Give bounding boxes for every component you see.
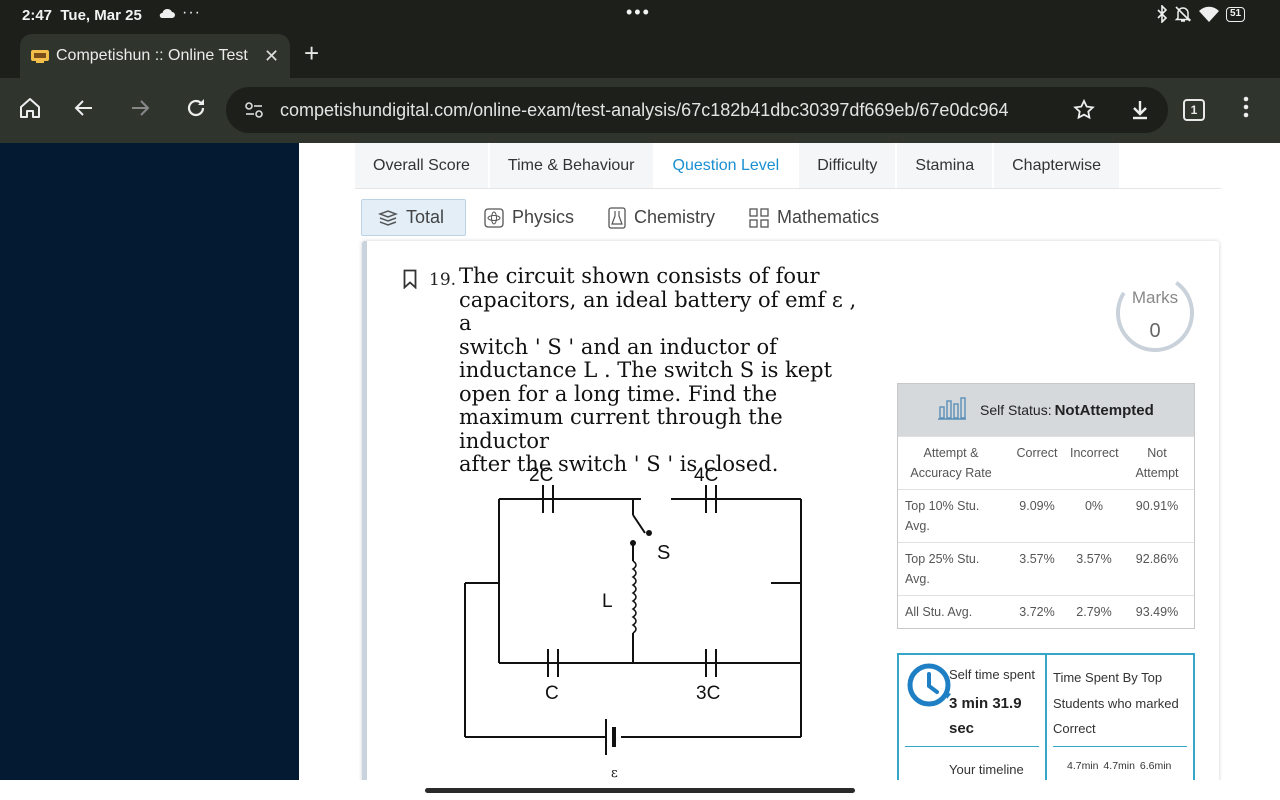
timeline-label: Your timeline	[949, 762, 1024, 777]
table-header-row: Attempt & Accuracy Rate Correct Incorrec…	[898, 436, 1194, 489]
analysis-tabs: Overall Score Time & Behaviour Question …	[355, 143, 1221, 189]
system-icons: 51	[1156, 5, 1246, 23]
bookmark-icon[interactable]	[403, 269, 417, 289]
header-correct: Correct	[1016, 446, 1058, 460]
subject-tabs: Total Physics Chemistry Mathematics	[361, 199, 897, 236]
label-4c: 4C	[694, 465, 718, 486]
home-handle[interactable]	[425, 788, 855, 793]
marks-value: 0	[1149, 320, 1161, 342]
tab-overall-score[interactable]: Overall Score	[355, 143, 490, 188]
tab-question-level[interactable]: Question Level	[654, 143, 800, 188]
battery-icon: 51	[1226, 6, 1246, 22]
subject-tab-chemistry[interactable]: Chemistry	[592, 199, 731, 236]
multitask-dots-icon[interactable]: •••	[626, 2, 651, 23]
browser-tab[interactable]: Competishun :: Online Test S ✕	[20, 34, 290, 78]
subject-tab-total[interactable]: Total	[361, 199, 466, 236]
subject-tab-physics[interactable]: Physics	[468, 199, 590, 236]
gesture-nav-bar	[0, 780, 1280, 800]
clock-time: 2:47 Tue, Mar 25	[22, 7, 142, 24]
tab-stamina[interactable]: Stamina	[897, 143, 995, 188]
atom-icon	[484, 207, 504, 228]
accuracy-table: Self Status: NotAttempted Attempt & Accu…	[897, 383, 1195, 629]
stack-icon	[378, 209, 398, 226]
bookmark-star-icon[interactable]	[1072, 98, 1096, 122]
home-icon[interactable]	[18, 96, 42, 120]
bluetooth-icon	[1157, 5, 1168, 23]
marks-label: Marks	[1131, 288, 1179, 307]
more-options-icon[interactable]	[1243, 95, 1249, 119]
switch-contact	[646, 530, 652, 536]
panel-divider	[1045, 655, 1047, 780]
question-number: 19.	[429, 270, 457, 290]
bar-chart-icon	[938, 397, 966, 420]
url-text[interactable]: competishundigital.com/online-exam/test-…	[280, 100, 1060, 121]
close-tab-icon[interactable]: ✕	[264, 46, 279, 67]
tab-chapterwise[interactable]: Chapterwise	[994, 143, 1122, 188]
divider-line	[905, 746, 1039, 747]
address-bar[interactable]: competishundigital.com/online-exam/test-…	[226, 87, 1168, 133]
clock-icon	[907, 663, 951, 707]
inductor-coil	[631, 560, 637, 634]
self-time-label: Self time spent	[949, 667, 1035, 682]
browser-tab-strip: Competishun :: Online Test S ✕ +	[0, 32, 1280, 78]
table-row: Top 10% Stu. Avg. 9.09% 0% 90.91%	[898, 489, 1194, 542]
screen: 2:47 Tue, Mar 25 ··· ••• 51 Competishun …	[0, 0, 1280, 800]
circuit-diagram: 2C 4C S L C 3C ε	[464, 465, 802, 780]
switch-contact-lower	[630, 540, 636, 546]
header-incorrect: Incorrect	[1070, 446, 1119, 460]
calculator-icon	[749, 207, 769, 228]
label-3c: 3C	[696, 683, 720, 704]
label-l: L	[602, 591, 613, 612]
tab-difficulty[interactable]: Difficulty	[799, 143, 898, 188]
reload-icon[interactable]	[184, 96, 208, 120]
question-text: The circuit shown consists of four capac…	[459, 264, 857, 476]
self-status-label: Self Status:	[980, 402, 1052, 418]
label-c: C	[545, 683, 559, 704]
cloud-icon	[158, 6, 176, 24]
tab-title: Competishun :: Online Test S	[56, 47, 252, 64]
divider-line	[1053, 746, 1187, 747]
tab-switcher-button[interactable]: 1	[1183, 99, 1205, 121]
self-time-value: 3 min 31.9 sec	[949, 695, 1022, 737]
browser-toolbar: competishundigital.com/online-exam/test-…	[0, 78, 1280, 143]
new-tab-button[interactable]: +	[304, 38, 319, 69]
subject-tab-mathematics[interactable]: Mathematics	[733, 199, 895, 236]
timeline-values: 4.7min 4.7min 6.6min	[1067, 760, 1172, 772]
marks-badge: Marks 0	[1114, 268, 1196, 358]
self-status-header: Self Status: NotAttempted	[898, 384, 1194, 436]
question-card: 19. The circuit shown consists of four c…	[362, 241, 1219, 780]
wifi-icon	[1199, 6, 1219, 22]
marks-ring	[1116, 273, 1194, 352]
top-students-time-label: Time Spent By Top Students who marked Co…	[1053, 670, 1179, 736]
site-favicon-icon	[31, 50, 49, 63]
flask-icon	[608, 206, 626, 229]
back-arrow-icon[interactable]	[72, 96, 96, 120]
system-status-bar: 2:47 Tue, Mar 25 ··· ••• 51	[0, 0, 1280, 32]
label-emf: ε	[611, 766, 618, 780]
header-not-attempt: Not Attempt	[1135, 446, 1179, 480]
site-settings-icon[interactable]	[244, 101, 264, 119]
label-2c: 2C	[529, 465, 553, 486]
header-attempt: Attempt & Accuracy Rate	[910, 446, 992, 480]
mute-bell-icon	[1174, 6, 1192, 22]
tab-time-behaviour[interactable]: Time & Behaviour	[489, 143, 655, 188]
more-notifications-icon: ···	[182, 4, 201, 21]
analysis-content: Overall Score Time & Behaviour Question …	[299, 143, 1280, 780]
download-icon[interactable]	[1128, 98, 1152, 122]
table-row: All Stu. Avg. 3.72% 2.79% 93.49%	[898, 595, 1194, 628]
forward-arrow-icon[interactable]	[128, 96, 152, 120]
side-panel	[0, 143, 299, 780]
time-spent-panel: Self time spent 3 min 31.9 sec Time Spen…	[897, 653, 1195, 780]
table-row: Top 25% Stu. Avg. 3.57% 3.57% 92.86%	[898, 542, 1194, 595]
self-status-value: NotAttempted	[1054, 401, 1154, 419]
label-s: S	[657, 542, 670, 564]
